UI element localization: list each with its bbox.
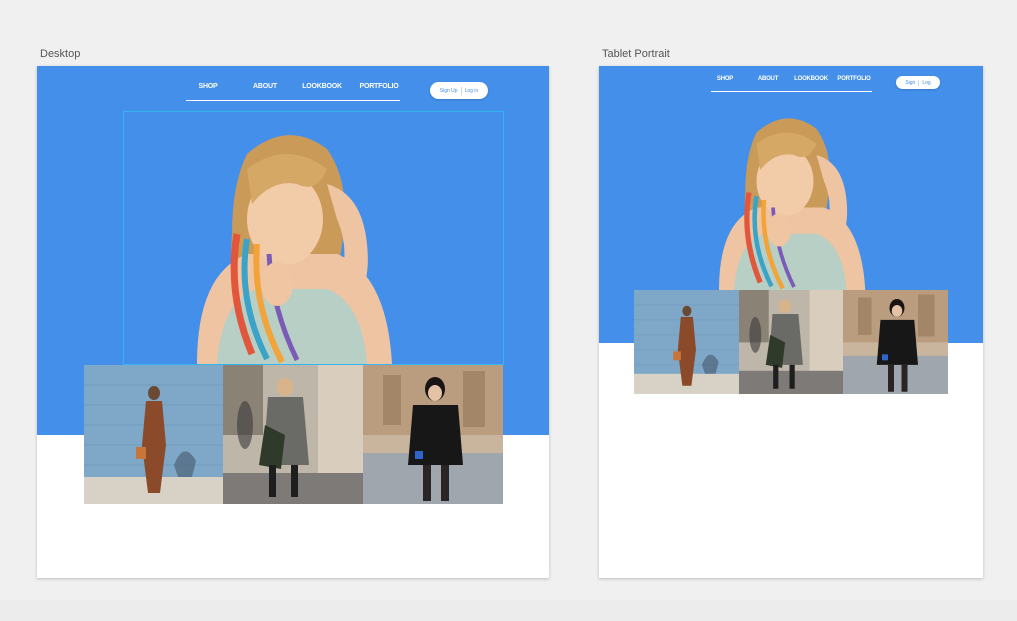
hero-image[interactable]: [704, 110, 869, 290]
nav-link-about[interactable]: ABOUT: [758, 76, 779, 82]
gallery-photo-3[interactable]: [843, 290, 948, 394]
artboard-label-desktop[interactable]: Desktop: [40, 48, 80, 60]
nav-link-lookbook[interactable]: LOOKBOOK: [794, 76, 828, 82]
gallery-photo-2[interactable]: [739, 290, 843, 394]
gallery-photo-1[interactable]: [634, 290, 739, 394]
login-button[interactable]: Log in: [462, 88, 482, 94]
login-button[interactable]: Log: [919, 80, 933, 86]
canvas-bottom-strip: [0, 600, 1017, 621]
artboard-desktop[interactable]: SHOP ABOUT LOOKBOOK PORTFOLIO Sign Up Lo…: [37, 66, 549, 578]
gallery-photo-3[interactable]: [363, 365, 503, 504]
nav-link-portfolio[interactable]: PORTFOLIO: [837, 76, 870, 82]
auth-buttons: Sign Up Log in: [430, 82, 488, 99]
auth-buttons: Sign Log: [896, 76, 940, 89]
artboard-label-tablet[interactable]: Tablet Portrait: [602, 48, 670, 60]
hero-selection-outline[interactable]: [123, 111, 504, 365]
gallery-photo-1[interactable]: [84, 365, 223, 504]
signup-button[interactable]: Sign Up: [437, 88, 461, 94]
nav-underline: [711, 91, 872, 92]
gallery-photo-2[interactable]: [223, 365, 363, 504]
nav-underline: [186, 100, 400, 101]
nav-link-about[interactable]: ABOUT: [253, 83, 277, 90]
artboard-tablet[interactable]: SHOP ABOUT LOOKBOOK PORTFOLIO Sign Log: [599, 66, 983, 578]
signup-button[interactable]: Sign: [902, 80, 918, 86]
nav-link-lookbook[interactable]: LOOKBOOK: [302, 83, 342, 90]
nav-link-shop[interactable]: SHOP: [198, 83, 217, 90]
nav-link-shop[interactable]: SHOP: [717, 76, 733, 82]
nav-link-portfolio[interactable]: PORTFOLIO: [359, 83, 398, 90]
